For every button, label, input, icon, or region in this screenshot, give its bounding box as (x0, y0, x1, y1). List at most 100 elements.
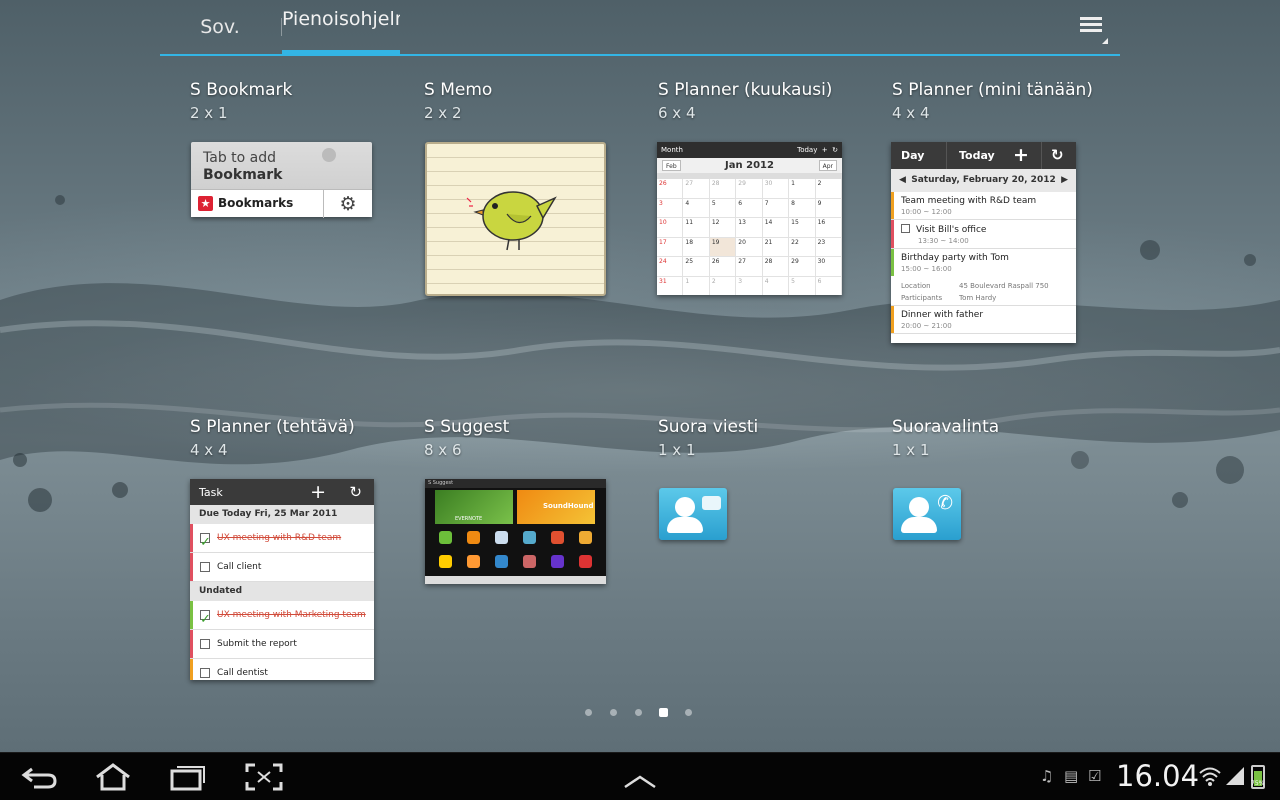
widget-item-s-memo[interactable]: S Memo 2 x 2 (424, 80, 644, 122)
month-day-cell: 4 (683, 198, 710, 218)
month-day-cell: 4 (763, 276, 790, 295)
widget-item-s-suggest[interactable]: S Suggest 8 x 6 (424, 417, 644, 459)
memo-widget-preview[interactable] (425, 142, 606, 296)
banner-label: EVERNOTE (455, 516, 483, 522)
widget-item-s-planner-task[interactable]: S Planner (tehtävä) 4 x 4 (190, 417, 410, 459)
month-day-cell: 20 (736, 237, 763, 257)
page-dot[interactable] (685, 709, 692, 716)
screenshot-icon[interactable] (244, 763, 284, 791)
widget-item-s-planner-mini-today[interactable]: S Planner (mini tänään) 4 x 4 (892, 80, 1112, 122)
checkbox-icon (200, 639, 210, 649)
task-section-due: Due Today Fri, 25 Mar 2011 (190, 505, 374, 524)
star-icon: ★ (198, 196, 213, 211)
next-month-button: Apr (818, 160, 837, 171)
widget-title: S Suggest (424, 417, 510, 437)
task-text: UX meeting with R&D team (217, 533, 342, 543)
event-time: 15:00 ~ 16:00 (901, 265, 952, 273)
direct-dial-widget-preview[interactable]: ✆ (893, 488, 961, 540)
direct-message-widget-preview[interactable] (659, 488, 727, 540)
task-done-icon: ☑ (1088, 767, 1102, 785)
page-dot-active[interactable] (659, 708, 668, 717)
task-text: Submit the report (217, 639, 297, 649)
task-row: Submit the report (190, 630, 374, 659)
month-day-cell: 26 (709, 257, 737, 277)
planner-month-widget-preview[interactable]: Month Today + ↻ Feb Jan 2012 Apr 26 27 28 2… (657, 142, 842, 295)
sd-card-icon: ▤ (1064, 767, 1079, 785)
month-day-cell: 6 (816, 276, 842, 295)
gear-icon: ⚙ (323, 190, 372, 218)
phone-icon: ✆ (937, 492, 953, 514)
task-row: Call dentist (190, 659, 374, 680)
month-day-cell: 15 (789, 218, 816, 238)
add-icon: + (1013, 144, 1029, 166)
month-grid: 26 27 28 29 30 1 2 3 4 5 6 7 8 9 10 11 12 13 14 15 16 17 18 19 2… (657, 179, 842, 295)
month-day-cell: 25 (683, 257, 710, 277)
bookmark-hint-line2: Bookmark (203, 167, 283, 183)
tab-selected-indicator (282, 50, 400, 54)
prev-month-button: Feb (662, 160, 681, 171)
month-day-cell: 14 (762, 218, 790, 238)
task-title: Task (199, 486, 223, 499)
page-dot[interactable] (635, 709, 642, 716)
widget-title: S Memo (424, 80, 493, 100)
suggest-widget-preview[interactable]: S Suggest EVERNOTE SoundHound (425, 479, 606, 584)
tab-widgets-label: Pienoisohjelmat (282, 8, 400, 30)
chevron-up-icon[interactable] (620, 767, 660, 795)
bookmark-widget-preview[interactable]: Tab to add Bookmark ★ Bookmarks ⚙ (191, 142, 372, 218)
day-tab: Day (901, 149, 925, 162)
month-day-cell: 9 (815, 198, 842, 218)
planner-today-widget-preview[interactable]: Day Today + ↻ ◀ Saturday, February 20, 2… (891, 142, 1076, 343)
widget-title: S Planner (tehtävä) (190, 417, 355, 437)
tab-apps[interactable]: Sov. (160, 0, 280, 54)
bird-icon (466, 191, 557, 251)
event-title: Visit Bill's office (916, 225, 987, 235)
task-row: ✓ UX meeting with R&D team (190, 524, 374, 553)
widget-size: 1 x 1 (892, 441, 930, 459)
month-header: Month Today + ↻ (657, 142, 842, 158)
month-day-cell: 16 (815, 218, 842, 238)
suggest-banner-evernote: EVERNOTE (435, 490, 513, 524)
month-day-cell: 21 (762, 237, 790, 257)
widget-item-direct-message[interactable]: Suora viesti 1 x 1 (658, 417, 878, 459)
today-label: Today (797, 146, 818, 154)
home-icon[interactable] (93, 763, 133, 791)
month-day-cell: 1 (789, 179, 816, 199)
add-icon: + (310, 481, 326, 503)
page-dot[interactable] (610, 709, 617, 716)
event-item: Team meeting with R&D team 10:00 ~ 12:00 (891, 192, 1076, 220)
globe-icon (322, 148, 336, 162)
bookmark-bar: ★ Bookmarks ⚙ (191, 189, 372, 218)
page-dot[interactable] (585, 709, 592, 716)
month-day-cell: 23 (815, 237, 842, 257)
event-title: Birthday party with Tom (901, 253, 1009, 263)
widget-size: 4 x 4 (190, 441, 228, 459)
menu-icon[interactable] (1078, 14, 1108, 44)
widget-size: 6 x 4 (658, 104, 696, 122)
suggest-banner-soundhound: SoundHound (517, 490, 595, 524)
month-title: Jan 2012 (725, 160, 774, 171)
today-date-bar: ◀ Saturday, February 20, 2012 ▶ (891, 169, 1076, 192)
widget-title: S Planner (kuukausi) (658, 80, 833, 100)
tab-widgets[interactable]: Pienoisohjelmat (282, 0, 400, 54)
banner-label: SoundHound (543, 502, 594, 510)
month-day-cell: 7 (762, 198, 790, 218)
month-day-cell: 30 (815, 257, 842, 277)
location-label: Location (901, 282, 931, 290)
planner-task-widget-preview[interactable]: Task + ↻ Due Today Fri, 25 Mar 2011 ✓ UX… (190, 479, 374, 680)
checkbox-icon (200, 668, 210, 678)
participants-label: Participants (901, 294, 943, 302)
widget-item-direct-dial[interactable]: Suoravalinta 1 x 1 (892, 417, 1112, 459)
widget-item-s-bookmark[interactable]: S Bookmark 2 x 1 (190, 80, 410, 122)
month-day-cell: 31 (657, 276, 684, 295)
recent-apps-icon[interactable] (168, 763, 208, 791)
today-date: Saturday, February 20, 2012 (911, 175, 1056, 185)
event-time: 20:00 ~ 21:00 (901, 322, 952, 330)
task-row: ✓ UX meeting with Marketing team (190, 601, 374, 630)
month-day-cell: 22 (789, 237, 816, 257)
month-day-cell: 28 (709, 179, 737, 199)
widget-size: 1 x 1 (658, 441, 696, 459)
message-icon (702, 496, 721, 510)
widget-item-s-planner-month[interactable]: S Planner (kuukausi) 6 x 4 (658, 80, 878, 122)
back-icon[interactable] (20, 763, 60, 791)
event-title: Team meeting with R&D team (901, 196, 1037, 206)
